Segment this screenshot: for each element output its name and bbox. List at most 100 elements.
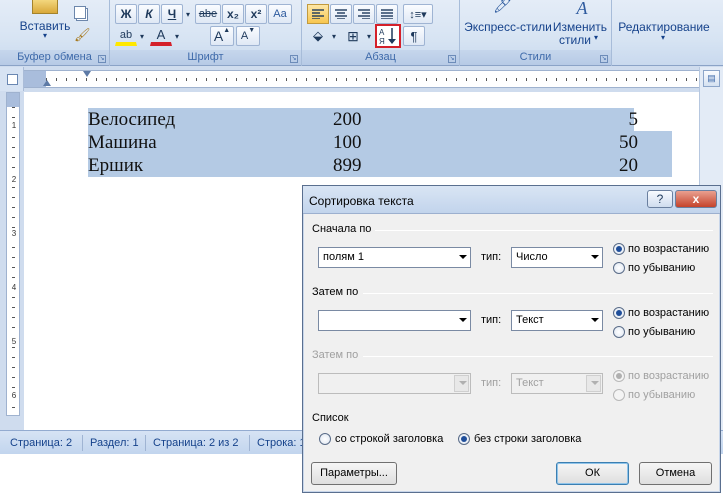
clipboard-launcher-icon[interactable]: ↘ (98, 55, 106, 63)
strikethrough-button[interactable]: abe (195, 4, 221, 24)
express-styles-button[interactable]: Экспресс-стили (462, 20, 554, 34)
sort-button[interactable]: A Я (375, 24, 401, 48)
highlight-dropdown-icon[interactable]: ▾ (137, 26, 147, 46)
highlight-button[interactable]: ab (115, 26, 137, 46)
dialog-title: Сортировка текста (309, 194, 414, 208)
status-page[interactable]: Страница: 2 (10, 437, 72, 449)
cancel-button[interactable]: Отмена (639, 462, 712, 485)
clipboard-group: Вставить ▾ 🖌 Буфер обмена ↘ (0, 0, 110, 66)
tab-selector[interactable] (0, 67, 24, 91)
express-styles-icon[interactable]: 🖊 (490, 0, 516, 14)
tab-stop-icon (7, 74, 18, 85)
row-1-count[interactable]: 5 (584, 108, 639, 131)
row-2-value[interactable]: 100 (333, 131, 362, 154)
format-painter-icon[interactable]: 🖌 (74, 28, 91, 42)
shrink-font-button[interactable]: A ▼ (236, 26, 260, 46)
underline-dropdown-icon[interactable]: ▾ (183, 4, 193, 24)
top-margin-marker (7, 93, 19, 107)
font-color-button[interactable]: А (150, 26, 172, 46)
align-center-button[interactable] (330, 4, 352, 24)
without-header-radio[interactable] (458, 433, 470, 445)
help-button[interactable]: ? (647, 190, 673, 208)
borders-button[interactable]: ⊞ (342, 26, 364, 46)
first-asc-label[interactable]: по возрастанию (628, 243, 709, 255)
then-desc-label[interactable]: по убыванию (628, 326, 695, 338)
dialog-titlebar[interactable]: Сортировка текста ? x (303, 186, 720, 214)
subscript-button[interactable]: x₂ (222, 4, 244, 24)
change-styles-button[interactable]: Изменить (552, 20, 608, 34)
with-header-radio[interactable] (319, 433, 331, 445)
horizontal-ruler[interactable] (24, 70, 699, 88)
then-by-label: Затем по (312, 286, 359, 298)
align-right-button[interactable] (353, 4, 375, 24)
change-styles-icon[interactable]: A (572, 0, 592, 18)
superscript-button[interactable]: x² (245, 4, 267, 24)
shading-button[interactable]: ⬙ (307, 26, 329, 46)
first-field-select[interactable]: полям 1 (318, 247, 471, 268)
italic-button[interactable]: К (138, 4, 160, 24)
row-3-count[interactable]: 20 (584, 154, 638, 177)
grow-font-button[interactable]: A ▲ (210, 26, 234, 46)
change-styles-dropdown-icon[interactable]: ▾ (590, 33, 602, 42)
font-color-dropdown-icon[interactable]: ▾ (172, 26, 182, 46)
options-button[interactable]: Параметры... (311, 462, 397, 485)
bold-button[interactable]: Ж (115, 4, 137, 24)
section-divider (375, 230, 713, 231)
paste-dropdown-icon[interactable]: ▾ (35, 31, 55, 40)
status-separator (145, 435, 146, 451)
styles-launcher-icon[interactable]: ↘ (600, 55, 608, 63)
vertical-ruler[interactable]: 1 2 3 4 5 6 (6, 92, 20, 416)
line-spacing-button[interactable]: ↕≡▾ (403, 4, 433, 24)
row-3-value[interactable]: 899 (333, 154, 362, 177)
copy-icon[interactable] (74, 6, 86, 19)
font-launcher-icon[interactable]: ↘ (290, 55, 298, 63)
close-button[interactable]: x (675, 190, 717, 208)
then-field-select[interactable] (318, 310, 471, 331)
first-type-select[interactable]: Число (511, 247, 603, 268)
justify-button[interactable] (376, 4, 398, 24)
ruler-toggle-icon[interactable]: ▤ (703, 70, 720, 87)
borders-dropdown-icon[interactable]: ▾ (364, 26, 374, 46)
first-line-indent-icon[interactable] (83, 71, 91, 77)
without-header-label[interactable]: без строки заголовка (474, 433, 581, 445)
paste-icon[interactable] (32, 0, 58, 14)
then-type-select[interactable]: Текст (511, 310, 603, 331)
svg-text:A: A (379, 28, 385, 37)
status-page-of[interactable]: Страница: 2 из 2 (153, 437, 239, 449)
vruler-number: 3 (9, 229, 19, 238)
underline-button[interactable]: Ч (161, 4, 183, 24)
editing-dropdown-icon[interactable]: ▾ (657, 33, 669, 42)
row-1-name[interactable]: Велосипед (88, 108, 175, 131)
chevron-down-icon (591, 318, 599, 322)
font-group: Ж К Ч ▾ abe x₂ x² Аа ab ▾ А ▾ A ▲ A ▼ Шриф… (110, 0, 302, 66)
sort-text-dialog: Сортировка текста ? x Сначала по полям 1… (302, 185, 721, 493)
first-field-value: полям 1 (323, 251, 364, 263)
then2-type-select: Текст (511, 373, 603, 394)
then-asc-label[interactable]: по возрастанию (628, 307, 709, 319)
chevron-down-icon (591, 255, 599, 259)
row-3-name[interactable]: Ершик (88, 154, 143, 177)
ok-button[interactable]: ОК (556, 462, 629, 485)
row-2-count[interactable]: 50 (584, 131, 638, 154)
first-desc-label[interactable]: по убыванию (628, 262, 695, 274)
chevron-down-icon (591, 381, 599, 385)
row-2-name[interactable]: Машина (88, 131, 157, 154)
show-marks-button[interactable]: ¶ (403, 26, 425, 46)
section-divider (363, 356, 713, 357)
then-asc-radio[interactable] (613, 307, 625, 319)
shading-dropdown-icon[interactable]: ▾ (329, 26, 339, 46)
paragraph-launcher-icon[interactable]: ↘ (448, 55, 456, 63)
status-section[interactable]: Раздел: 1 (90, 437, 139, 449)
row-1-value[interactable]: 200 (333, 108, 362, 131)
then-type-label: тип: (481, 314, 502, 326)
first-desc-radio[interactable] (613, 262, 625, 274)
first-asc-radio[interactable] (613, 243, 625, 255)
left-indent-icon[interactable] (43, 80, 51, 86)
align-left-button[interactable] (307, 4, 329, 24)
editing-button[interactable]: Редактирование (614, 20, 714, 34)
with-header-label[interactable]: со строкой заголовка (335, 433, 443, 445)
clipboard-group-label: Буфер обмена (0, 50, 109, 65)
grow-arrow-icon: ▲ (223, 27, 231, 34)
then-desc-radio[interactable] (613, 326, 625, 338)
clear-formatting-button[interactable]: Аа (268, 4, 292, 24)
